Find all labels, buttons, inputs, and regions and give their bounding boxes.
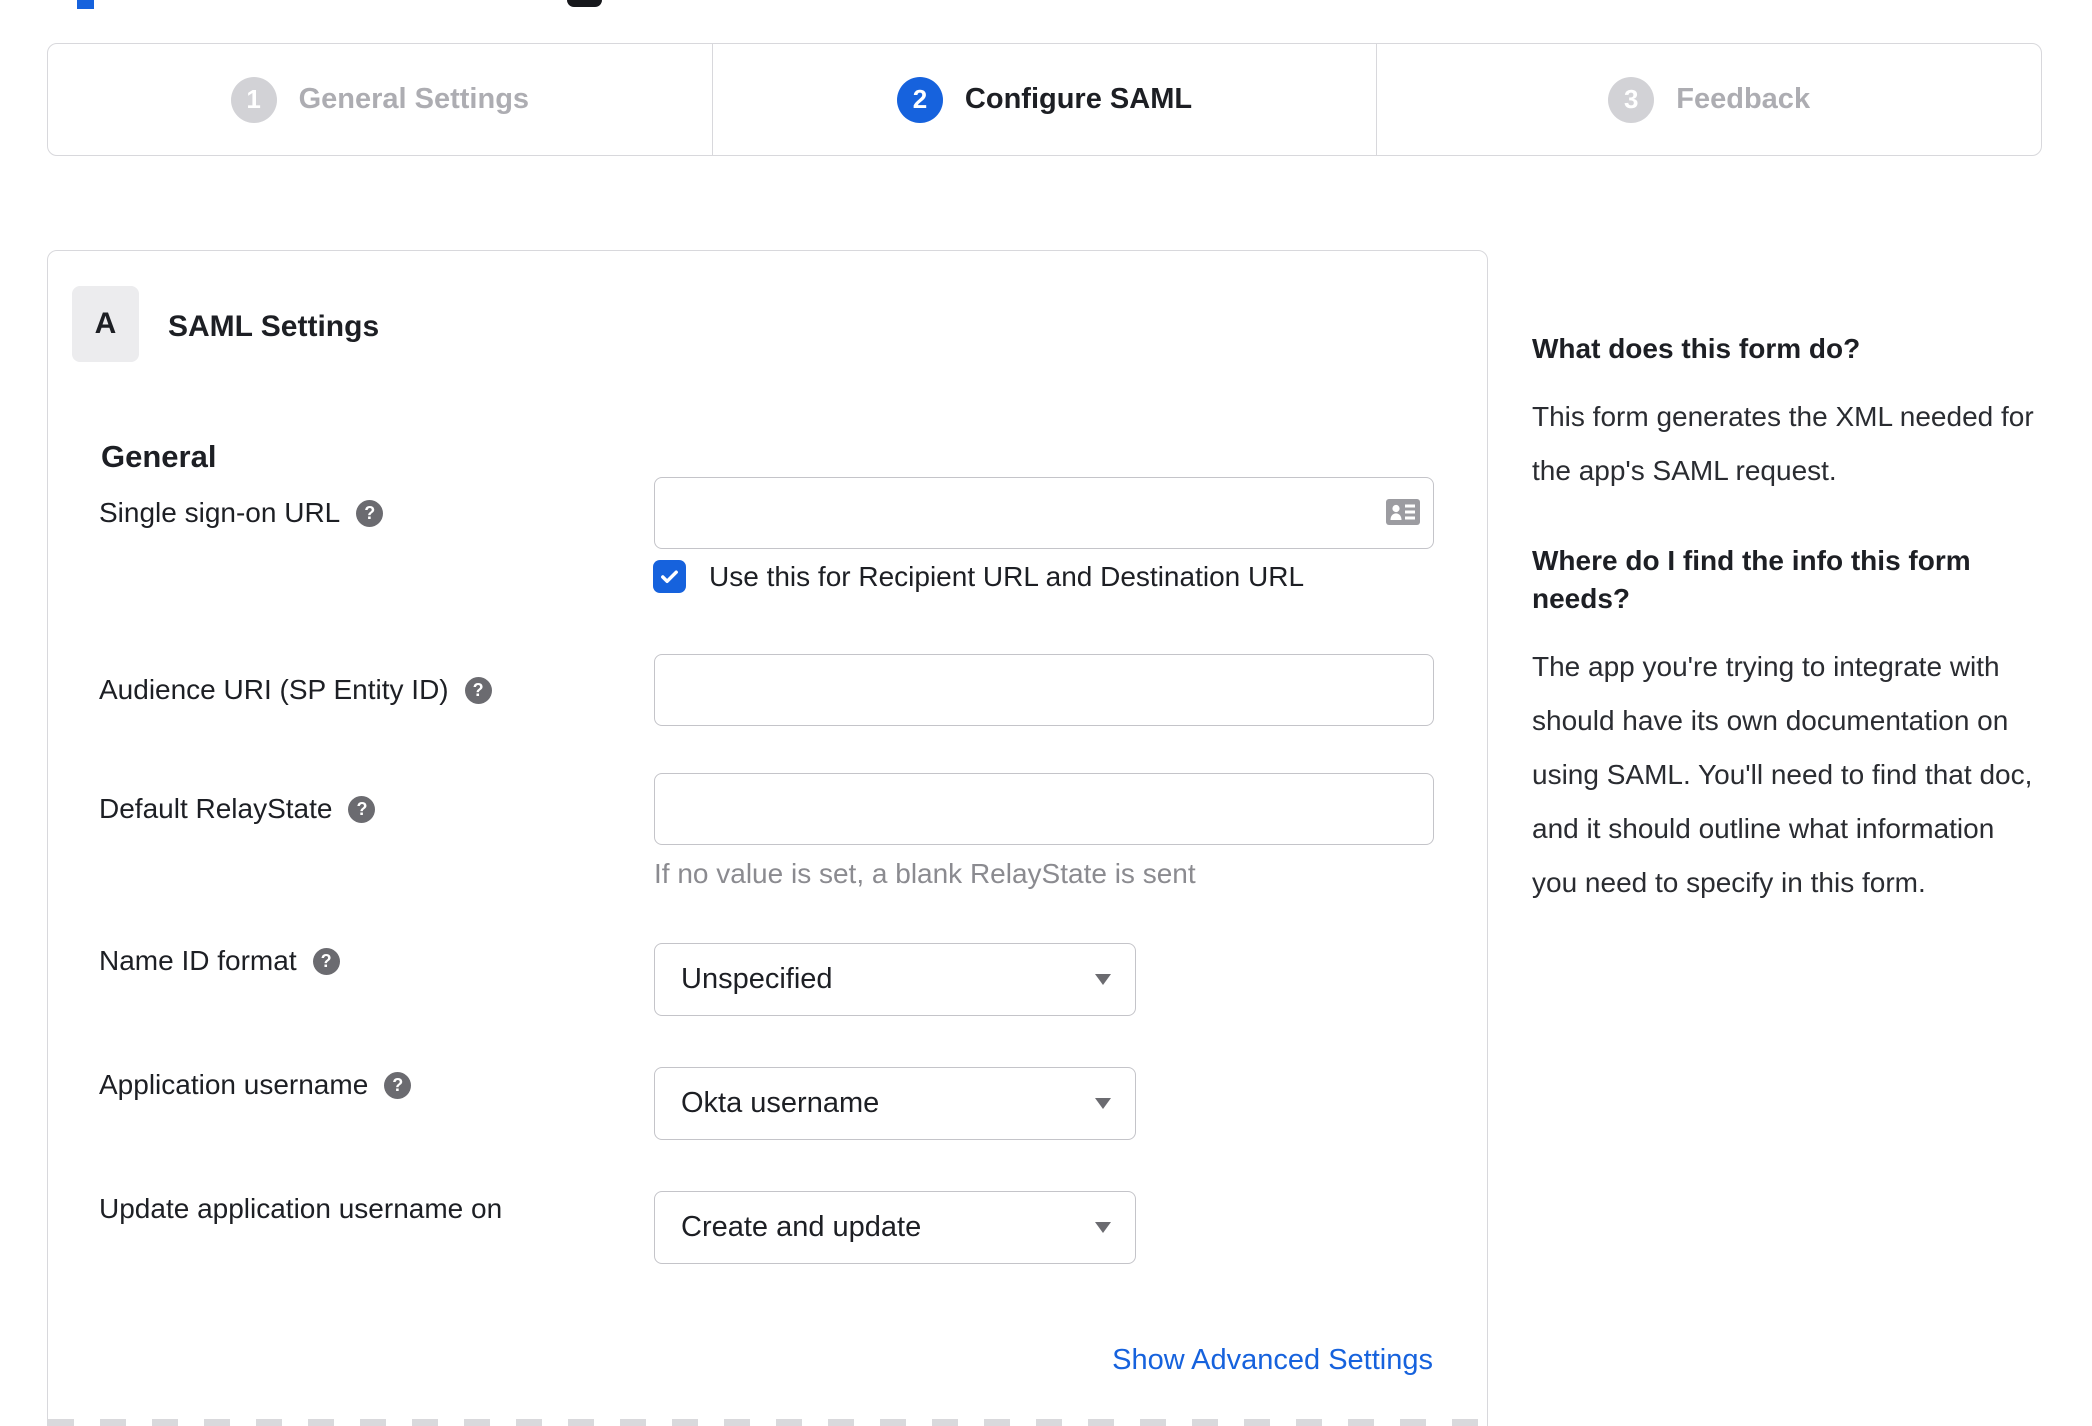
- configure-saml-page: 1 General Settings 2 Configure SAML 3 Fe…: [0, 0, 2092, 1426]
- step-3-circle: 3: [1608, 76, 1655, 123]
- nameid-label: Name ID format: [99, 945, 297, 976]
- help-question-2: Where do I find the info this form needs…: [1532, 545, 1971, 614]
- relaystate-hint: If no value is set, a blank RelayState i…: [654, 858, 1196, 889]
- show-advanced-settings-link[interactable]: Show Advanced Settings: [1112, 1344, 1433, 1377]
- relaystate-label: Default RelayState: [99, 793, 333, 824]
- step-3-label: Feedback: [1676, 83, 1811, 115]
- nameid-label-row: Name ID format ?: [99, 943, 340, 979]
- recipient-url-checkbox[interactable]: [653, 560, 686, 593]
- nameid-select-value: Unspecified: [681, 963, 833, 995]
- audience-help-icon[interactable]: ?: [464, 676, 492, 704]
- general-section-heading: General: [101, 439, 217, 474]
- audience-label: Audience URI (SP Entity ID): [99, 674, 449, 705]
- wizard-stepper: 1 General Settings 2 Configure SAML 3 Fe…: [47, 43, 2042, 156]
- section-a-badge: A: [72, 286, 139, 362]
- recipient-url-checkbox-label: Use this for Recipient URL and Destinati…: [709, 561, 1305, 592]
- step-1-circle: 1: [230, 76, 277, 123]
- step-general-settings[interactable]: 1 General Settings: [48, 44, 712, 155]
- appuser-help-icon[interactable]: ?: [384, 1071, 412, 1099]
- appuser-label: Application username: [99, 1069, 369, 1100]
- sidebar-help-panel: What does this form do? This form genera…: [1532, 330, 2047, 910]
- update-select-value: Create and update: [681, 1211, 922, 1243]
- step-2-circle: 2: [896, 76, 943, 123]
- help-question-1: What does this form do?: [1532, 333, 1861, 364]
- audience-uri-input[interactable]: [654, 654, 1434, 726]
- sso-label: Single sign-on URL: [99, 497, 341, 528]
- step-configure-saml[interactable]: 2 Configure SAML: [711, 44, 1377, 155]
- update-username-select[interactable]: Create and update: [654, 1191, 1136, 1264]
- help-answer-2: The app you're trying to integrate with …: [1532, 651, 2033, 898]
- relaystate-help-icon[interactable]: ?: [348, 795, 376, 823]
- sso-label-row: Single sign-on URL ?: [99, 495, 384, 531]
- sso-help-icon[interactable]: ?: [356, 499, 384, 527]
- relaystate-label-row: Default RelayState ?: [99, 791, 376, 827]
- nameid-select[interactable]: Unspecified: [654, 943, 1136, 1016]
- step-2-label: Configure SAML: [964, 83, 1193, 115]
- nameid-help-icon[interactable]: ?: [312, 947, 340, 975]
- step-feedback[interactable]: 3 Feedback: [1376, 44, 2041, 155]
- saml-settings-card: A SAML Settings General Single sign-on U…: [47, 250, 1488, 1426]
- chevron-down-icon: [1095, 1098, 1111, 1109]
- audience-label-row: Audience URI (SP Entity ID) ?: [99, 672, 492, 708]
- top-cropped-dark-fragment: [567, 0, 602, 7]
- appuser-select-value: Okta username: [681, 1087, 880, 1119]
- chevron-down-icon: [1095, 1222, 1111, 1233]
- checkmark-icon: [661, 570, 678, 584]
- sso-url-input[interactable]: [654, 477, 1434, 549]
- next-section-dashed-divider: [48, 1419, 1487, 1426]
- top-cropped-blue-fragment: [77, 0, 94, 9]
- appuser-select[interactable]: Okta username: [654, 1067, 1136, 1140]
- card-title: SAML Settings: [168, 310, 380, 343]
- relaystate-input[interactable]: [654, 773, 1434, 845]
- contact-card-icon: [1386, 499, 1420, 525]
- update-label-row: Update application username on: [99, 1191, 502, 1227]
- help-answer-1: This form generates the XML needed for t…: [1532, 401, 2034, 486]
- chevron-down-icon: [1095, 974, 1111, 985]
- appuser-label-row: Application username ?: [99, 1067, 412, 1103]
- update-label: Update application username on: [99, 1193, 503, 1224]
- step-1-label: General Settings: [298, 83, 530, 115]
